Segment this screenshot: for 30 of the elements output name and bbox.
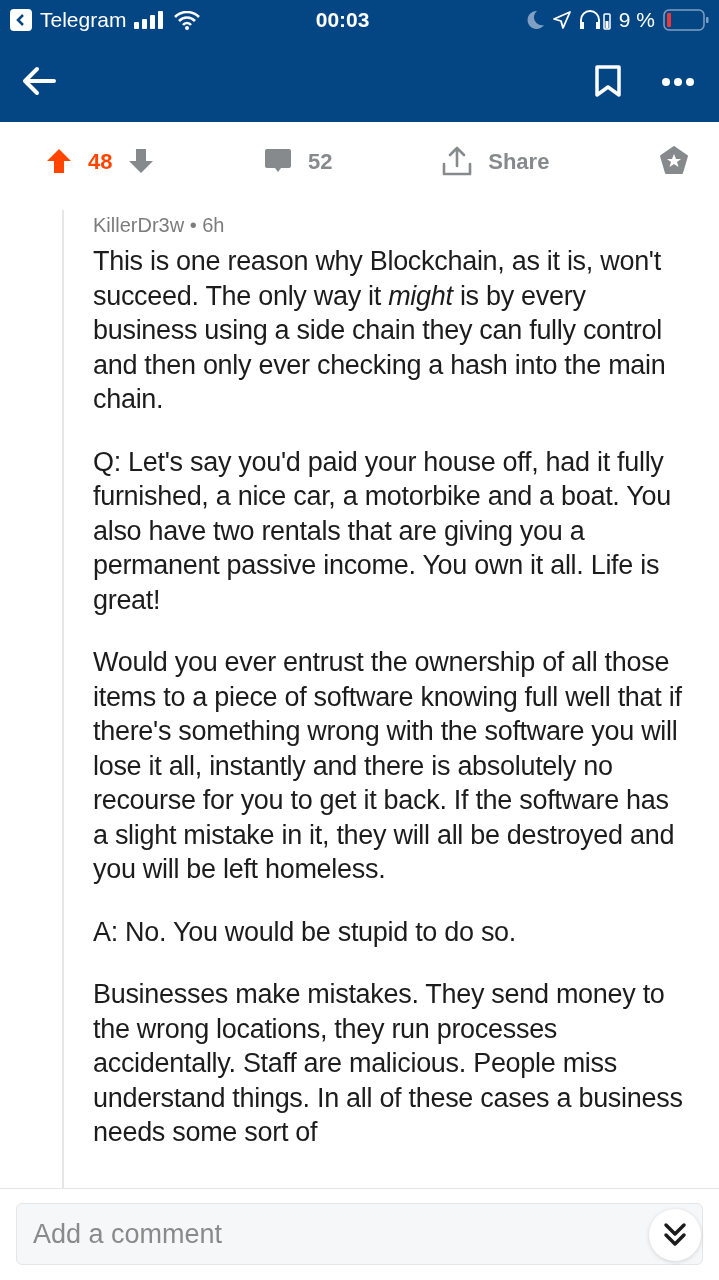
battery-percent: 9 % (618, 7, 655, 34)
back-icon (10, 9, 32, 31)
award-icon[interactable] (659, 146, 689, 176)
bookmark-button[interactable] (595, 65, 621, 97)
comment-paragraph: Businesses make mistakes. They send money to the wrong locations, they run processes accidentally. Staff are malicious. People miss understand things. In all of these cases a business needs some sort of (93, 978, 684, 1149)
back-to-app-link[interactable]: Telegram (10, 4, 127, 36)
vote-score: 48 (88, 147, 113, 176)
comment-paragraph: A: No. You would be stupid to do so. (93, 915, 517, 949)
comment-paragraph: This is one reason why Blockchain, as it is, won't succeed. The only way it might is by every business using a side chain they can fully control and then only ever checking a hash into the main chain. (93, 245, 667, 416)
share-icon (442, 145, 473, 177)
comment-paragraph: Q: Let's say you'd paid your house off, had it fully furnished, a nice car, a motorbike and a boat. You also have two rentals that are giving you a permanent passive income. You own it all. Life is great! (93, 445, 672, 617)
share-button[interactable]: Share (442, 144, 550, 178)
comment-input-field[interactable]: Add a comment (16, 1203, 703, 1265)
upvote-icon[interactable] (46, 148, 72, 174)
more-icon (661, 76, 695, 87)
back-arrow-icon (22, 66, 56, 96)
double-chevron-icon (663, 1222, 687, 1248)
battery-icon (663, 9, 709, 31)
downvote-icon[interactable] (128, 148, 155, 174)
back-app-label: Telegram (40, 7, 127, 34)
location-icon (552, 11, 571, 29)
comment-author-line: KillerDr3w • 6h (93, 213, 226, 238)
back-button[interactable] (22, 66, 56, 96)
headphones-icon (578, 10, 611, 30)
comment-icon (264, 148, 293, 174)
clock: 00:03 (315, 7, 370, 34)
comment-paragraph: Would you ever entrust the ownership of all those items to a piece of software knowing full well that if there's something wrong with the software you will lose it all, instantly and there is absolutely no recourse for you to get it back. If the software has a slight mistake in it, they will all be destroyed and you will be left homeless. (93, 646, 683, 886)
wifi-icon (174, 10, 201, 30)
bookmark-icon (595, 65, 621, 97)
comments-count-link[interactable]: 52 (264, 144, 333, 178)
